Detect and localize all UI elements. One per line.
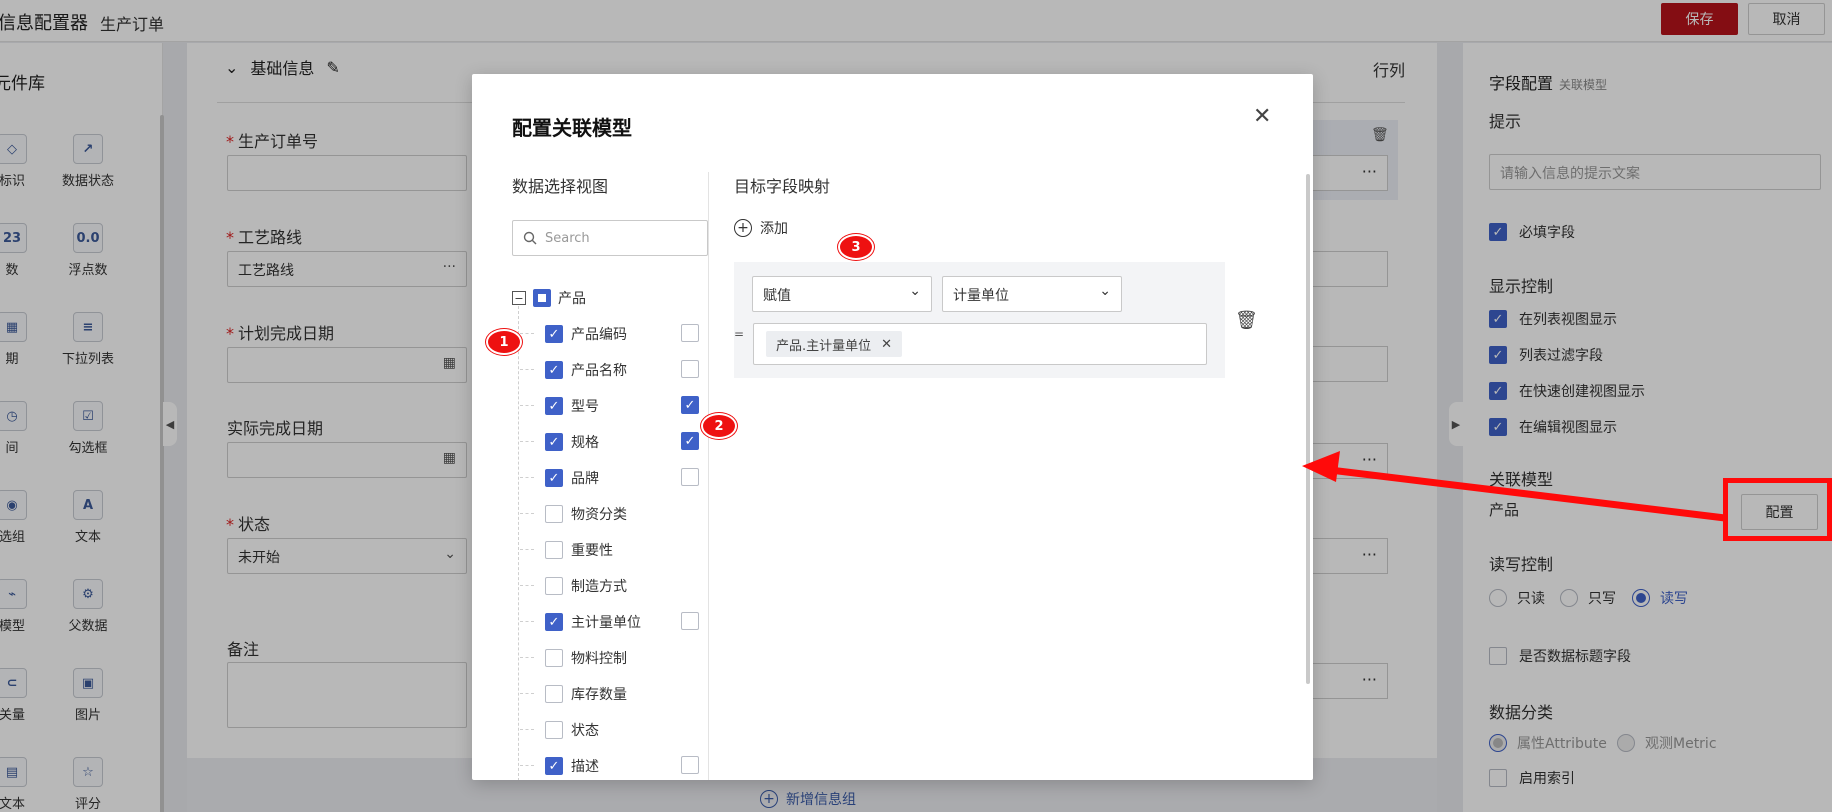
tree-item[interactable]: 制造方式 (545, 576, 627, 596)
tree-item-label: 状态 (571, 723, 599, 739)
tree-item-label: 品牌 (571, 471, 599, 487)
tree-item[interactable]: 库存数量 (545, 684, 627, 704)
tree-branch-line (520, 513, 534, 514)
checkbox-empty-icon[interactable] (545, 721, 563, 739)
action-select-value: 赋值 (763, 288, 791, 304)
map-checkbox-empty-icon[interactable] (681, 324, 699, 342)
map-checkbox-empty-icon[interactable] (681, 756, 699, 774)
configure-related-model-dialog: 配置关联模型 ✕ 数据选择视图 目标字段映射 Search − 产品 ✓ 产品编码… (472, 74, 1313, 780)
checkbox-checked-icon[interactable]: ✓ (545, 397, 563, 415)
action-select[interactable]: 赋值 ⌄ (752, 276, 932, 312)
tree-branch-line (520, 477, 534, 478)
tree-branch-line (520, 657, 534, 658)
chevron-down-icon: ⌄ (909, 283, 921, 299)
chevron-down-icon: ⌄ (1099, 283, 1111, 299)
target-field-mapping-title: 目标字段映射 (734, 177, 831, 196)
tree-item[interactable]: 重要性 (545, 540, 613, 560)
checkbox-checked-icon[interactable]: ✓ (545, 361, 563, 379)
tree-item-label: 产品编码 (571, 327, 627, 343)
checkbox-checked-icon[interactable]: ✓ (545, 469, 563, 487)
tree-branch-line (520, 549, 534, 550)
map-checkbox-empty-icon[interactable] (681, 360, 699, 378)
target-field-select[interactable]: 计量单位 ⌄ (942, 276, 1122, 312)
tree-item[interactable]: ✓ 品牌 (545, 468, 599, 488)
value-tag: 产品.主计量单位 ✕ (766, 331, 903, 357)
close-icon[interactable]: ✕ (1253, 104, 1271, 129)
tree-root-label: 产品 (558, 291, 586, 307)
tree-item-label: 型号 (571, 399, 599, 415)
tree-branch-line (520, 729, 534, 730)
add-mapping-button[interactable]: + 添加 (734, 218, 788, 238)
tree-item-label: 物料控制 (571, 651, 627, 667)
checkbox-empty-icon[interactable] (545, 577, 563, 595)
search-icon (523, 231, 537, 245)
annotation-marker: 2 (701, 413, 737, 439)
annotation-marker: 3 (838, 234, 874, 260)
tree-item[interactable]: ✓ 规格 (545, 432, 599, 452)
checkbox-empty-icon[interactable] (545, 541, 563, 559)
tree-branch-line (520, 333, 534, 334)
data-selection-view-title: 数据选择视图 (512, 177, 609, 196)
target-field-value: 计量单位 (953, 288, 1009, 304)
value-tag-label: 产品.主计量单位 (776, 338, 872, 354)
checkbox-checked-icon[interactable]: ✓ (545, 433, 563, 451)
plus-circle-icon: + (734, 219, 752, 237)
tree-branch-line (520, 369, 534, 370)
dialog-scrollbar[interactable] (1306, 174, 1310, 684)
map-checkbox-empty-icon[interactable] (681, 468, 699, 486)
tree-item-label: 制造方式 (571, 579, 627, 595)
tree-item-label: 重要性 (571, 543, 613, 559)
tree-item-label: 产品名称 (571, 363, 627, 379)
tree-item[interactable]: 物料控制 (545, 648, 627, 668)
annotation-marker: 1 (486, 329, 522, 355)
tree-branch-line (520, 441, 534, 442)
tree-item[interactable]: 状态 (545, 720, 599, 740)
map-checkbox-checked-icon[interactable]: ✓ (681, 396, 699, 414)
checkbox-empty-icon[interactable] (545, 505, 563, 523)
collapse-minus-icon[interactable]: − (512, 291, 526, 305)
tree-item-label: 物资分类 (571, 507, 627, 523)
tree-item-label: 规格 (571, 435, 599, 451)
map-checkbox-checked-icon[interactable]: ✓ (681, 432, 699, 450)
tree-item-label: 主计量单位 (571, 615, 641, 631)
tree-item[interactable]: ✓ 产品名称 (545, 360, 627, 380)
checkbox-empty-icon[interactable] (545, 685, 563, 703)
tag-close-icon[interactable]: ✕ (881, 337, 892, 352)
tree-branch-line (520, 693, 534, 694)
tree-branch-line (520, 585, 534, 586)
checkbox-checked-icon[interactable]: ✓ (545, 613, 563, 631)
mapping-value-input[interactable]: 产品.主计量单位 ✕ (753, 323, 1207, 365)
checkbox-partial-icon[interactable] (533, 289, 551, 307)
tree-root-product[interactable]: − 产品 (512, 288, 586, 308)
tree-item[interactable]: ✓ 主计量单位 (545, 612, 641, 632)
tree-item-label: 描述 (571, 759, 599, 775)
tree-item[interactable]: ✓ 型号 (545, 396, 599, 416)
tree-item[interactable]: 物资分类 (545, 504, 627, 524)
equals-sign: = (734, 327, 745, 341)
tree-branch-line (520, 621, 534, 622)
tree-branch-line (520, 765, 534, 766)
search-placeholder: Search (545, 230, 590, 246)
search-input[interactable]: Search (512, 220, 708, 256)
highlight-box-annotation (1723, 478, 1832, 541)
trash-icon[interactable]: 🗑 (1235, 310, 1258, 331)
checkbox-checked-icon[interactable]: ✓ (545, 757, 563, 775)
tree-guide-line (518, 306, 519, 780)
checkbox-empty-icon[interactable] (545, 649, 563, 667)
checkbox-checked-icon[interactable]: ✓ (545, 325, 563, 343)
dialog-title: 配置关联模型 (512, 116, 632, 140)
map-checkbox-empty-icon[interactable] (681, 612, 699, 630)
tree-branch-line (520, 405, 534, 406)
tree-item[interactable]: ✓ 描述 (545, 756, 599, 776)
tree-item[interactable]: ✓ 产品编码 (545, 324, 627, 344)
tree-item-label: 库存数量 (571, 687, 627, 703)
add-label: 添加 (760, 221, 788, 237)
column-separator (708, 172, 709, 780)
